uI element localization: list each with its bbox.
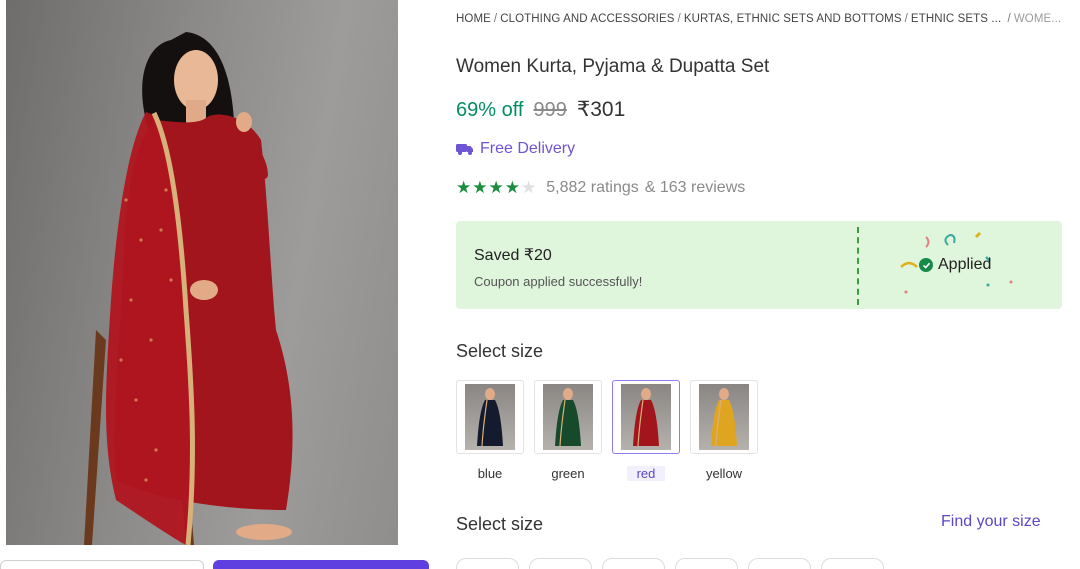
coupon-saved: Saved ₹20	[474, 247, 552, 264]
star-icon: ★	[456, 178, 472, 197]
coupon-banner: Saved ₹20 Coupon applied successfully! A…	[456, 221, 1062, 309]
star-empty-icon: ★	[521, 178, 537, 197]
size-chip[interactable]	[456, 558, 519, 569]
original-price: 999	[533, 99, 567, 121]
coupon-info: Saved ₹20 Coupon applied successfully!	[474, 245, 642, 289]
model-illustration	[84, 32, 293, 545]
star-icon: ★	[472, 178, 488, 197]
color-option-label: green	[551, 466, 585, 481]
coupon-applied: Applied	[919, 256, 991, 274]
variant-image	[465, 384, 515, 450]
color-option-red[interactable]: red	[612, 380, 680, 481]
delivery-label: Free Delivery	[480, 140, 576, 157]
color-option-yellow[interactable]: yellow	[690, 380, 758, 481]
applied-label: Applied	[938, 256, 992, 273]
delivery-info: Free Delivery	[456, 140, 575, 158]
size-chip[interactable]	[675, 558, 738, 569]
size-chip[interactable]	[529, 558, 592, 569]
price-row: 69% off 999 ₹301	[456, 97, 625, 122]
add-to-cart-button[interactable]	[213, 560, 429, 569]
breadcrumb-kurtas[interactable]: KURTAS, ETHNIC SETS AND BOTTOMS	[684, 13, 902, 25]
find-your-size-link[interactable]: Find your size	[941, 513, 1041, 531]
coupon-divider	[857, 227, 859, 305]
breadcrumb-current: WOME...	[1013, 13, 1062, 25]
color-option-blue[interactable]: blue	[456, 380, 524, 481]
size-chip[interactable]	[821, 558, 884, 569]
color-thumbnail	[612, 380, 680, 454]
breadcrumb-clothing[interactable]: CLOTHING AND ACCESSORIES	[500, 13, 674, 25]
star-icon: ★	[488, 178, 504, 197]
size-options	[456, 558, 884, 569]
color-thumbnail	[456, 380, 524, 454]
variant-image	[543, 384, 593, 450]
coupon-message: Coupon applied successfully!	[474, 274, 643, 289]
variant-image	[699, 384, 749, 450]
wishlist-button[interactable]	[0, 560, 204, 569]
truck-icon	[456, 144, 473, 155]
color-option-label: red	[626, 466, 666, 481]
color-thumbnail	[690, 380, 758, 454]
color-variants: blue green red yellow	[456, 380, 758, 481]
check-icon	[919, 258, 933, 272]
star-rating: ★ ★ ★ ★ ★	[456, 178, 536, 198]
ratings-count: 5,882 ratings	[546, 179, 639, 196]
size-chip[interactable]	[602, 558, 665, 569]
rating-row[interactable]: ★ ★ ★ ★ ★ 5,882 ratings & 163 reviews	[456, 178, 745, 198]
product-title: Women Kurta, Pyjama & Dupatta Set	[456, 56, 770, 77]
breadcrumb-home[interactable]: HOME	[456, 13, 491, 25]
star-icon: ★	[504, 178, 520, 197]
size-section-title: Select size	[456, 514, 544, 534]
variant-image	[621, 384, 671, 450]
breadcrumb: HOME / CLOTHING AND ACCESSORIES / KURTAS, ET…	[456, 13, 1062, 25]
color-option-green[interactable]: green	[534, 380, 602, 481]
selling-price: ₹301	[576, 98, 626, 121]
color-thumbnail	[534, 380, 602, 454]
product-image[interactable]	[6, 0, 398, 545]
discount-percent: 69% off	[456, 99, 524, 121]
size-chip[interactable]	[748, 558, 811, 569]
breadcrumb-ethnic-sets[interactable]: ETHNIC SETS ...	[911, 13, 1001, 25]
color-section-title: Select size	[456, 341, 544, 361]
color-option-label: blue	[477, 466, 503, 481]
reviews-count: & 163 reviews	[644, 179, 746, 196]
color-option-label: yellow	[705, 466, 743, 481]
